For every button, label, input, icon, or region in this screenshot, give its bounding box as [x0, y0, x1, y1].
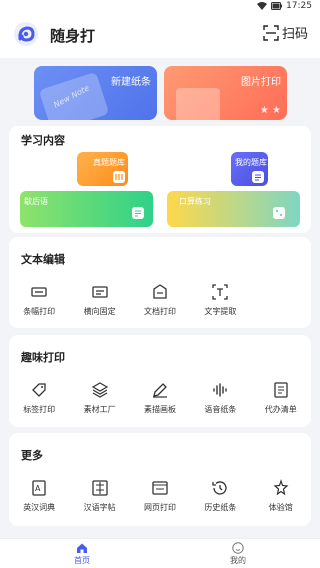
book-icon [113, 171, 125, 183]
webpage-print-item[interactable]: 网页打印 [130, 479, 190, 513]
fun-print-section: 趣味打印 标签打印 素材工厂 素描画板 语音纸条 代办清单 [9, 335, 311, 427]
proverb-label: 歇后语 [24, 197, 48, 206]
history-icon [212, 481, 227, 495]
layers-icon [91, 382, 108, 398]
voice-note-item[interactable]: 语音纸条 [190, 381, 250, 415]
status-bar: 17:25 [0, 0, 320, 14]
tag-print-label: 标签打印 [23, 405, 56, 414]
document-print-label: 文档打印 [143, 307, 176, 316]
proverb-tile[interactable]: 歇后语 [20, 191, 153, 227]
more-title: 更多 [21, 449, 43, 462]
pencil-icon [152, 383, 167, 398]
battery-icon [271, 2, 283, 10]
new-note-label: 新建纸条 [111, 77, 151, 88]
todo-list-item[interactable]: 代办清单 [251, 381, 311, 415]
nav-mine-label: 我的 [230, 556, 246, 565]
text-edit-row: 条幅打印 横向固定 文档打印 文字提取 [9, 283, 311, 317]
banner-print-item[interactable]: 条幅打印 [9, 283, 69, 317]
stars-icon: ★ ★ [259, 105, 281, 116]
app-title: 随身打 [50, 27, 96, 45]
nav-mine[interactable]: 我的 [218, 542, 258, 566]
history-note-label: 历史纸条 [204, 503, 237, 512]
dictionary-label: 英汉词典 [23, 503, 56, 512]
checklist-icon [274, 382, 288, 398]
mental-math-tile[interactable]: 口算练习 [167, 191, 300, 227]
document-print-item[interactable]: 文档打印 [130, 283, 190, 317]
image-print-card[interactable]: ★ ★ 图片打印 [164, 66, 287, 120]
nav-home-label: 首页 [74, 556, 90, 565]
top-cards: New Note 新建纸条 ★ ★ 图片打印 [0, 62, 320, 124]
voice-note-label: 语音纸条 [204, 405, 237, 414]
svg-text:A: A [35, 484, 41, 493]
history-note-item[interactable]: 历史纸条 [190, 479, 250, 513]
dice-icon [273, 207, 285, 219]
study-title: 学习内容 [21, 134, 65, 147]
fun-print-title: 趣味打印 [21, 351, 65, 364]
bottom-nav: 首页 我的 [0, 538, 320, 568]
exam-bank-label: 真题题库 [93, 158, 125, 167]
sketch-board-item[interactable]: 素描画板 [130, 381, 190, 415]
webpage-print-label: 网页打印 [143, 503, 176, 512]
voice-icon [213, 383, 228, 397]
calligraphy-label: 汉语字帖 [83, 503, 116, 512]
status-time: 17:25 [286, 1, 312, 11]
experience-hall-label: 体验馆 [268, 503, 293, 512]
profile-icon [232, 542, 244, 554]
study-section: 学习内容 真题题库 我的题库 歇后语 口算练习 [9, 126, 311, 233]
my-bank-label: 我的题库 [235, 158, 267, 167]
text-extract-item[interactable]: 文字提取 [190, 283, 250, 317]
scan-icon [263, 24, 279, 41]
calligraphy-icon [91, 480, 108, 496]
image-illustration [176, 88, 220, 120]
dictionary-item[interactable]: A 英汉词典 [9, 479, 69, 513]
banner-icon [31, 287, 47, 297]
nav-home[interactable]: 首页 [62, 542, 102, 566]
material-factory-item[interactable]: 素材工厂 [69, 381, 129, 415]
landscape-fixed-label: 横向固定 [83, 307, 116, 316]
text-extract-label: 文字提取 [204, 307, 237, 316]
document-icon [153, 284, 167, 299]
scan-label: 扫码 [281, 27, 308, 42]
fun-print-row: 标签打印 素材工厂 素描画板 语音纸条 代办清单 [9, 381, 311, 415]
todo-list-label: 代办清单 [264, 405, 297, 414]
app-header: 随身打 扫码 [0, 14, 320, 58]
card-icon [132, 207, 144, 219]
tag-print-item[interactable]: 标签打印 [9, 381, 69, 415]
sketch-board-label: 素描画板 [143, 405, 176, 414]
notebook-icon [252, 171, 264, 183]
dictionary-icon: A [32, 480, 46, 496]
webpage-icon [152, 481, 168, 495]
wifi-icon [257, 2, 268, 10]
experience-icon [273, 479, 289, 496]
scan-button[interactable]: 扫码 [263, 23, 308, 42]
material-factory-label: 素材工厂 [83, 405, 116, 414]
status-icons: 17:25 [257, 1, 312, 11]
new-note-card[interactable]: New Note 新建纸条 [34, 66, 157, 120]
app-logo-icon [14, 22, 38, 46]
text-edit-title: 文本编辑 [21, 253, 65, 266]
more-section: 更多 A 英汉词典 汉语字帖 网页打印 历史纸条 体验馆 [9, 433, 311, 526]
text-extract-icon [212, 284, 229, 300]
experience-hall-item[interactable]: 体验馆 [251, 479, 311, 513]
calligraphy-item[interactable]: 汉语字帖 [69, 479, 129, 513]
landscape-icon [91, 286, 108, 298]
text-edit-section: 文本编辑 条幅打印 横向固定 文档打印 文字提取 [9, 237, 311, 328]
more-row: A 英汉词典 汉语字帖 网页打印 历史纸条 体验馆 [9, 479, 311, 513]
mental-math-label: 口算练习 [179, 197, 211, 206]
landscape-fixed-item[interactable]: 横向固定 [69, 283, 129, 317]
image-print-label: 图片打印 [241, 77, 281, 88]
banner-print-label: 条幅打印 [23, 307, 56, 316]
my-bank-tile[interactable]: 我的题库 [231, 152, 268, 186]
tag-icon [32, 383, 46, 397]
exam-bank-tile[interactable]: 真题题库 [77, 152, 128, 186]
home-icon [77, 543, 87, 553]
